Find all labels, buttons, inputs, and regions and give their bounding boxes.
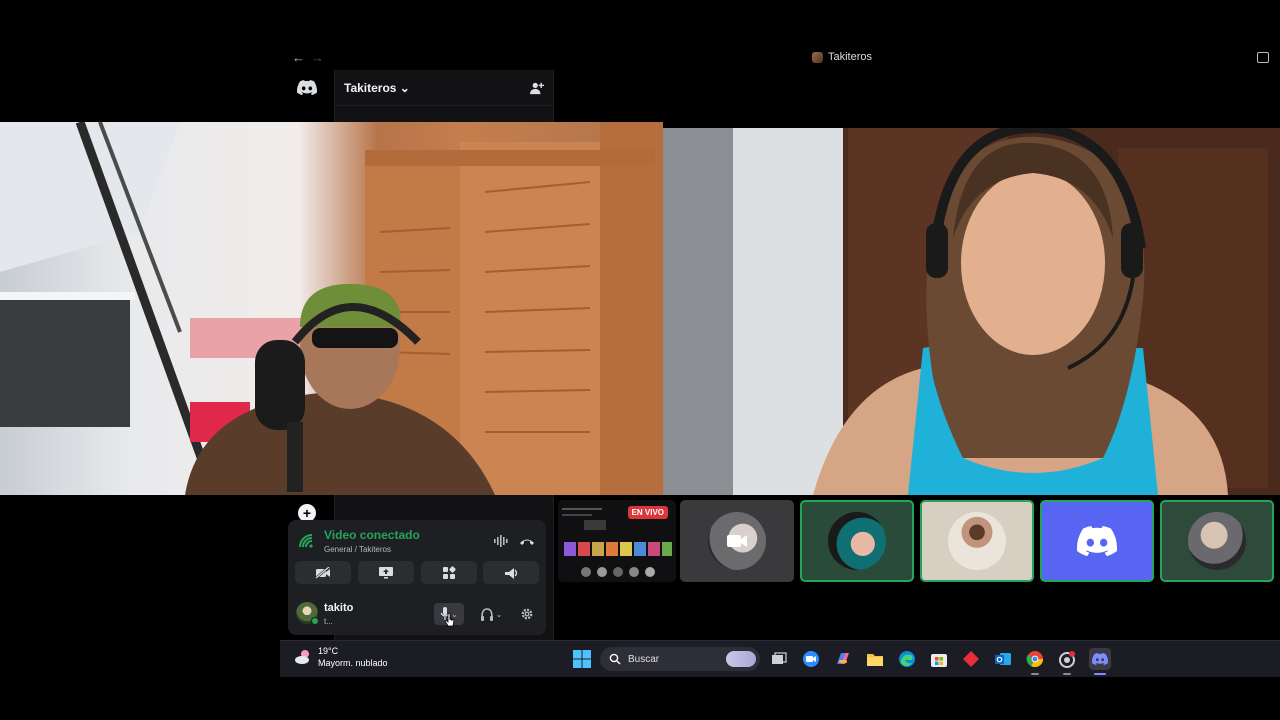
participant-avatar (708, 512, 766, 570)
weather-temperature: 19°C (318, 646, 339, 656)
inbox-icon[interactable] (1257, 52, 1269, 63)
video-feed-left[interactable] (0, 122, 663, 495)
participant-tile[interactable] (800, 500, 914, 582)
mouse-cursor-icon (444, 612, 455, 627)
server-header[interactable]: Takiteros ⌄ (334, 70, 554, 106)
voice-channel-name[interactable]: General / Takiteros (324, 545, 420, 554)
forward-arrow-icon[interactable]: → (311, 50, 324, 65)
username[interactable]: takito (324, 602, 353, 614)
user-substatus: t... (324, 617, 333, 626)
search-placeholder: Buscar (628, 653, 660, 665)
live-badge: EN VIVO (627, 506, 668, 519)
server-name-text: Takiteros (344, 80, 397, 95)
camera-off-icon (315, 566, 330, 579)
participant-tile[interactable] (1160, 500, 1274, 582)
participant-avatar (1188, 512, 1246, 570)
camera-toggle-button[interactable] (295, 561, 351, 584)
file-explorer-icon[interactable] (864, 648, 886, 670)
microsoft-store-icon[interactable] (928, 648, 950, 670)
window-title-text: Takiteros (828, 51, 873, 63)
soundboard-button[interactable] (483, 561, 539, 584)
weather-widget[interactable]: 19°C Mayorm. nublado (294, 645, 388, 669)
running-indicator (1031, 673, 1039, 675)
user-settings-button[interactable] (516, 603, 538, 625)
window-titlebar (280, 46, 1280, 70)
activities-button[interactable] (421, 561, 477, 584)
edge-icon[interactable] (896, 648, 918, 670)
participant-tile[interactable] (920, 500, 1034, 582)
screen-share-button[interactable] (358, 561, 414, 584)
voice-status-title: Video conectado (324, 528, 420, 542)
activities-icon (443, 565, 456, 579)
connection-signal-icon[interactable] (296, 531, 316, 551)
running-indicator (1063, 673, 1071, 675)
weather-description: Mayorm. nublado (318, 658, 388, 668)
participant-tile[interactable] (1040, 500, 1154, 582)
windows-start-icon[interactable] (573, 650, 591, 668)
participant-avatar (948, 512, 1006, 570)
participant-tile[interactable] (680, 500, 794, 582)
window-title: Takiteros (812, 51, 872, 63)
stream-preview-tile[interactable]: EN VIVO (558, 500, 676, 582)
participant-avatar (828, 512, 886, 570)
zoom-icon[interactable] (800, 648, 822, 670)
chevron-down-icon[interactable]: ⌄ (496, 610, 503, 619)
discord-home-button[interactable] (292, 74, 322, 100)
discord-logo-icon (297, 79, 317, 95)
video-camera-icon (727, 535, 747, 547)
add-friend-icon[interactable] (530, 81, 544, 95)
red-app-icon[interactable] (960, 648, 982, 670)
discord-logo-icon (1077, 526, 1117, 556)
search-highlight-icon (726, 651, 756, 667)
disconnect-call-icon[interactable] (519, 535, 535, 547)
online-status-icon (311, 617, 319, 625)
cloud-icon (295, 650, 309, 664)
chrome-icon[interactable] (1024, 648, 1046, 670)
back-arrow-icon[interactable]: ← (292, 50, 305, 65)
discord-taskbar-icon[interactable] (1089, 648, 1111, 670)
noise-suppression-icon[interactable] (493, 534, 509, 548)
copilot-icon[interactable] (832, 648, 854, 670)
headset-icon (480, 607, 493, 621)
search-icon (609, 653, 621, 665)
video-feed-right[interactable] (663, 128, 1280, 495)
server-icon (812, 51, 823, 63)
taskbar-search[interactable]: Buscar (600, 647, 760, 671)
deafen-button[interactable]: ⌄ (474, 603, 508, 625)
screen-share-icon (379, 567, 393, 579)
webcam-image-right (663, 128, 1280, 495)
server-name[interactable]: Takiteros ⌄ (344, 81, 410, 95)
soundboard-icon (505, 567, 518, 579)
gear-icon (521, 608, 533, 620)
task-view-icon[interactable] (768, 648, 790, 670)
outlook-icon[interactable] (992, 648, 1014, 670)
active-indicator (1094, 673, 1106, 675)
chrome-profile-icon[interactable] (1056, 648, 1078, 670)
webcam-image-left (0, 122, 663, 495)
